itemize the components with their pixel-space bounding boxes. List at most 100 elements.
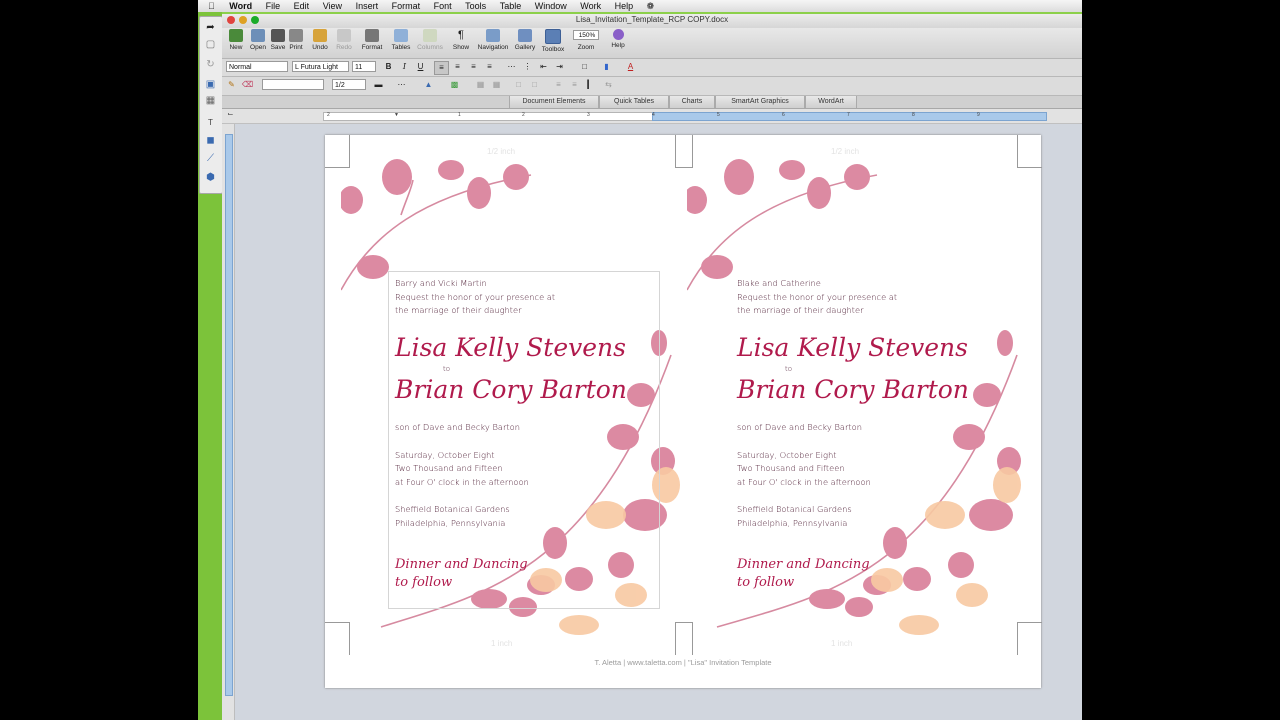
bold-button[interactable]: B — [382, 61, 395, 73]
3d-icon[interactable]: □ — [528, 79, 541, 91]
card-1-text[interactable]: Barry and Vicki Martin Request the honor… — [395, 277, 555, 318]
shapes-icon[interactable]: ◼ — [204, 135, 217, 146]
3d-shape-icon[interactable]: ⬢ — [204, 172, 217, 183]
shadow-icon[interactable]: □ — [512, 79, 525, 91]
tab-stop-icon[interactable]: ⌙ — [224, 109, 237, 121]
dinner-note[interactable]: Dinner and Dancing to follow — [737, 556, 870, 592]
rotate-icon[interactable]: ↻ — [204, 59, 217, 70]
dinner-line-2: to follow — [395, 575, 453, 590]
image-tool-icon[interactable]: ▦ — [204, 95, 217, 106]
tab-quick-tables[interactable]: Quick Tables — [599, 96, 669, 108]
flip-icon[interactable]: ⇆ — [602, 79, 615, 91]
ruler-indent-marker[interactable]: ▼ — [394, 112, 399, 118]
decrease-indent-icon[interactable]: ⇤ — [537, 61, 550, 73]
align-left-icon[interactable]: ≡ — [434, 61, 449, 75]
vertical-ruler[interactable] — [222, 124, 235, 720]
underline-button[interactable]: U — [414, 61, 427, 73]
dinner-note[interactable]: Dinner and Dancing to follow — [395, 556, 528, 592]
tables-button[interactable]: Tables — [390, 29, 412, 51]
eraser-icon[interactable]: ⌫ — [241, 79, 254, 91]
menu-format[interactable]: Format — [392, 0, 421, 12]
highlight-icon[interactable]: ▮ — [600, 61, 613, 73]
menu-word[interactable]: Word — [229, 0, 252, 12]
borders-icon[interactable]: □ — [578, 61, 591, 73]
line-tool-icon[interactable]: ⟋ — [204, 153, 217, 164]
picture-icon[interactable]: ▣ — [204, 79, 217, 90]
card-2-details[interactable]: son of Dave and Becky Barton Saturday, O… — [737, 421, 871, 530]
line-dash-icon[interactable]: ⋯ — [395, 79, 408, 91]
print-button[interactable]: Print — [286, 29, 306, 51]
document-canvas[interactable]: 1/2 inch 1/2 inch 1 inch 1 inch Barry an… — [235, 124, 1082, 720]
menu-font[interactable]: Font — [434, 0, 452, 12]
fill-color-icon[interactable]: ▲ — [422, 79, 435, 91]
bullets-icon[interactable]: ⋯ — [505, 61, 518, 73]
show-formatting-button[interactable]: ¶ Show — [451, 29, 471, 51]
toolbox-button[interactable]: Toolbox — [539, 29, 567, 53]
menu-insert[interactable]: Insert — [356, 0, 379, 12]
format-painter-button[interactable]: Format — [360, 29, 384, 51]
menu-window[interactable]: Window — [535, 0, 567, 12]
group-icon[interactable]: ▦ — [490, 79, 503, 91]
undo-button[interactable]: Undo — [310, 29, 330, 51]
formatting-toolbar: Normal L Futura Light 11 B I U ≡ ≡ ≡ ≡ ⋯… — [222, 59, 1082, 77]
new-button[interactable]: New — [226, 29, 246, 51]
document-page[interactable]: 1/2 inch 1/2 inch 1 inch 1 inch Barry an… — [325, 135, 1042, 688]
horizontal-ruler[interactable]: ⌙ 2 ▼ 1 2 3 4 5 6 7 8 9 — [222, 109, 1082, 124]
align-objects-icon[interactable]: ≡ — [568, 79, 581, 91]
menu-work[interactable]: Work — [580, 0, 601, 12]
ruler-number: 4 — [652, 112, 655, 118]
distribute-icon[interactable]: ≡ — [552, 79, 565, 91]
request-line-1: Request the honor of your presence at — [395, 291, 556, 302]
font-color-icon[interactable]: A — [624, 61, 637, 73]
columns-button[interactable]: Columns — [416, 29, 444, 51]
date-line-1: Saturday, October Eight — [737, 449, 837, 460]
line-style-select[interactable] — [262, 79, 324, 90]
italic-button[interactable]: I — [398, 61, 411, 73]
bride-name[interactable]: Lisa Kelly Stevens — [737, 333, 968, 362]
font-select[interactable]: L Futura Light — [292, 61, 349, 72]
open-button[interactable]: Open — [248, 29, 268, 51]
tab-smartart-graphics[interactable]: SmartArt Graphics — [715, 96, 805, 108]
arrange-icon[interactable]: ▩ — [448, 79, 461, 91]
gallery-button[interactable]: Gallery — [513, 29, 537, 51]
tab-wordart[interactable]: WordArt — [805, 96, 857, 108]
menu-view[interactable]: View — [323, 0, 342, 12]
save-button[interactable]: Save — [268, 29, 288, 51]
groom-name[interactable]: Brian Cory Barton — [737, 375, 969, 404]
redo-button[interactable]: Redo — [334, 29, 354, 51]
menu-file[interactable]: File — [266, 0, 281, 12]
align-bar-icon[interactable]: ▎ — [584, 79, 597, 91]
menu-tools[interactable]: Tools — [465, 0, 486, 12]
ruler-number: 3 — [587, 112, 590, 118]
menu-table[interactable]: Table — [500, 0, 522, 12]
navigation-button[interactable]: Navigation — [476, 29, 510, 51]
select-box-icon[interactable]: ▢ — [204, 39, 217, 50]
help-button[interactable]: Help — [608, 29, 628, 49]
tab-charts[interactable]: Charts — [669, 96, 715, 108]
align-right-icon[interactable]: ≡ — [467, 61, 480, 73]
groom-name[interactable]: Brian Cory Barton — [395, 375, 627, 404]
script-menu-icon[interactable]: ❁ — [647, 0, 655, 12]
increase-indent-icon[interactable]: ⇥ — [553, 61, 566, 73]
word-window: Lisa_Invitation_Template_RCP COPY.docx N… — [222, 14, 1082, 720]
menu-edit[interactable]: Edit — [294, 0, 310, 12]
card-2-text[interactable]: Blake and Catherine Request the honor of… — [737, 277, 897, 318]
line-weight-select[interactable]: 1/2 — [332, 79, 366, 90]
apple-icon[interactable]:  — [208, 0, 215, 12]
text-box-icon[interactable]: T — [204, 117, 217, 128]
numbering-icon[interactable]: ⋮ — [521, 61, 534, 73]
style-select[interactable]: Normal — [226, 61, 288, 72]
card-1-details[interactable]: son of Dave and Becky Barton Saturday, O… — [395, 421, 529, 530]
zoom-field[interactable]: 150% — [573, 30, 599, 40]
zoom-control[interactable]: 150% Zoom — [572, 29, 600, 51]
tab-document-elements[interactable]: Document Elements — [509, 96, 599, 108]
justify-icon[interactable]: ≡ — [483, 61, 496, 73]
line-color-icon[interactable]: ▬ — [372, 79, 385, 91]
wrap-icon[interactable]: ▦ — [474, 79, 487, 91]
font-size-select[interactable]: 11 — [352, 61, 376, 72]
pencil-icon[interactable]: ✎ — [225, 79, 238, 91]
menu-help[interactable]: Help — [615, 0, 634, 12]
bride-name[interactable]: Lisa Kelly Stevens — [395, 333, 626, 362]
align-center-icon[interactable]: ≡ — [451, 61, 464, 73]
select-arrow-icon[interactable]: ➦ — [204, 22, 217, 33]
